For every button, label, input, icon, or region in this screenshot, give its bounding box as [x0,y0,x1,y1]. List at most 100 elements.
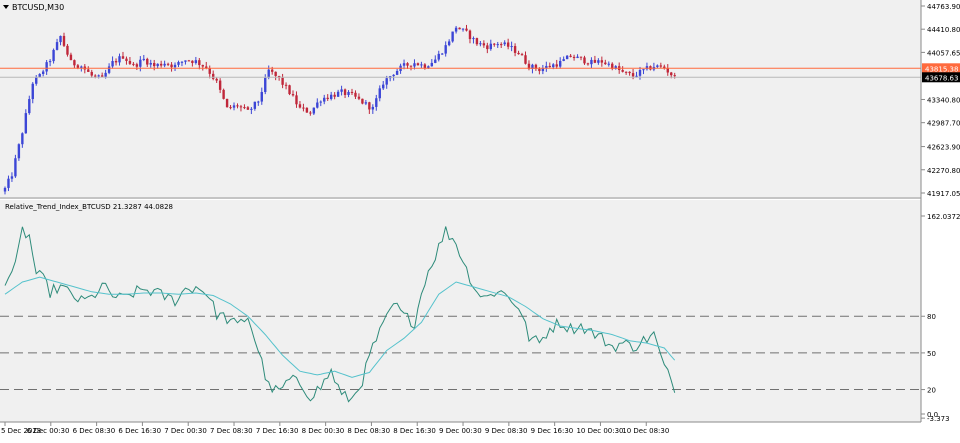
candle-body [354,92,357,97]
candle-body [361,98,364,104]
candle-body [468,30,472,40]
candle-body [28,99,31,114]
indicator-tick-label: 162.0372 [927,213,960,221]
candle-body [232,105,236,108]
candle-body [166,63,170,65]
time-tick-label: 7 Dec 00:30 [164,427,207,435]
candle-body [309,112,312,114]
candle-body [48,61,52,63]
candle-body [107,66,111,73]
candle-body [583,57,586,64]
candle-body [458,27,461,30]
candle-body [128,60,132,64]
candle-body [260,91,263,102]
time-tick-label: 7 Dec 08:30 [210,427,253,435]
chart-canvas[interactable]: 44763.90 44410.80 44057.65 43340.80 42987.70… [0,0,960,439]
candle-body [465,28,468,31]
candle-body [326,97,329,99]
candle-body [104,72,107,77]
candle-body [413,63,416,67]
candle-body [347,91,350,95]
candle-body [14,158,17,177]
candle-body [461,28,465,30]
candle-body [437,53,440,60]
candle-body [395,70,399,75]
candle-body [281,77,284,85]
candle-body [673,75,676,77]
candle-body [264,77,267,92]
candle-body [479,43,482,45]
candle-body [666,68,669,73]
candle-body [135,64,139,67]
time-tick-label: 10 Dec 00:30 [576,427,623,435]
candle-body [80,66,83,68]
time-tick-label: 6 Dec 08:30 [73,427,116,435]
candle-body [454,27,458,32]
candle-body [170,64,173,68]
candle-body [159,63,163,66]
candle-body [3,187,7,192]
candle-body [329,94,333,99]
candle-body [41,71,45,74]
candle-body [333,94,336,97]
candle-body [94,75,97,77]
candle-body [17,144,21,159]
candle-body [430,62,434,67]
candle-body [153,62,156,67]
candle-body [38,73,41,77]
candle-body [187,60,191,62]
candle-body [538,68,541,72]
candle-body [24,113,28,134]
candle-body [35,76,38,84]
candle-body [163,63,166,66]
candle-body [139,59,142,67]
candle-body [586,63,590,65]
candle-body [118,56,121,63]
candle-body [270,69,274,72]
candle-body [513,46,517,53]
price-panel-background[interactable] [0,0,921,197]
candle-body [638,69,642,76]
candle-body [288,85,291,95]
candle-body [180,61,184,63]
candle-body [350,91,354,93]
price-axis-ticks: 44763.90 44410.80 44057.65 43340.80 42987.70… [921,3,960,198]
time-tick-label: 10 Dec 08:30 [622,427,669,435]
price-tick-label: 43340.80 [927,96,960,104]
candle-body [201,65,204,67]
candle-body [559,60,562,67]
candle-body [409,65,413,67]
indicator-tick-label: 20 [927,387,936,395]
time-tick-label: 8 Dec 08:30 [347,427,390,435]
candle-body [416,63,420,66]
candle-body [493,43,496,45]
candle-body [10,176,14,179]
candle-body [62,35,66,46]
candle-body [149,62,152,65]
indicator-panel-background[interactable] [0,200,921,422]
trading-chart-window[interactable]: 44763.90 44410.80 44057.65 43340.80 42987.70… [0,0,960,439]
candle-body [597,60,600,63]
candle-body [323,97,326,102]
candle-body [73,60,76,66]
candle-body [222,89,225,99]
time-tick-label: 9 Dec 16:30 [531,427,574,435]
candle-body [375,98,378,107]
time-tick-label: 9 Dec 08:30 [485,427,528,435]
candle-body [552,64,555,68]
candle-body [569,55,572,57]
candle-body [208,68,211,74]
candle-body [510,46,513,48]
candle-body [503,42,506,45]
candle-body [576,56,579,59]
candle-body [52,49,55,62]
candle-body [441,53,444,55]
candle-body [656,65,659,67]
candle-body [444,45,447,54]
candle-body [111,61,114,67]
candle-body [156,63,159,67]
candle-body [520,54,524,56]
candle-body [125,58,128,61]
candle-body [87,69,90,72]
candle-body [500,44,503,46]
